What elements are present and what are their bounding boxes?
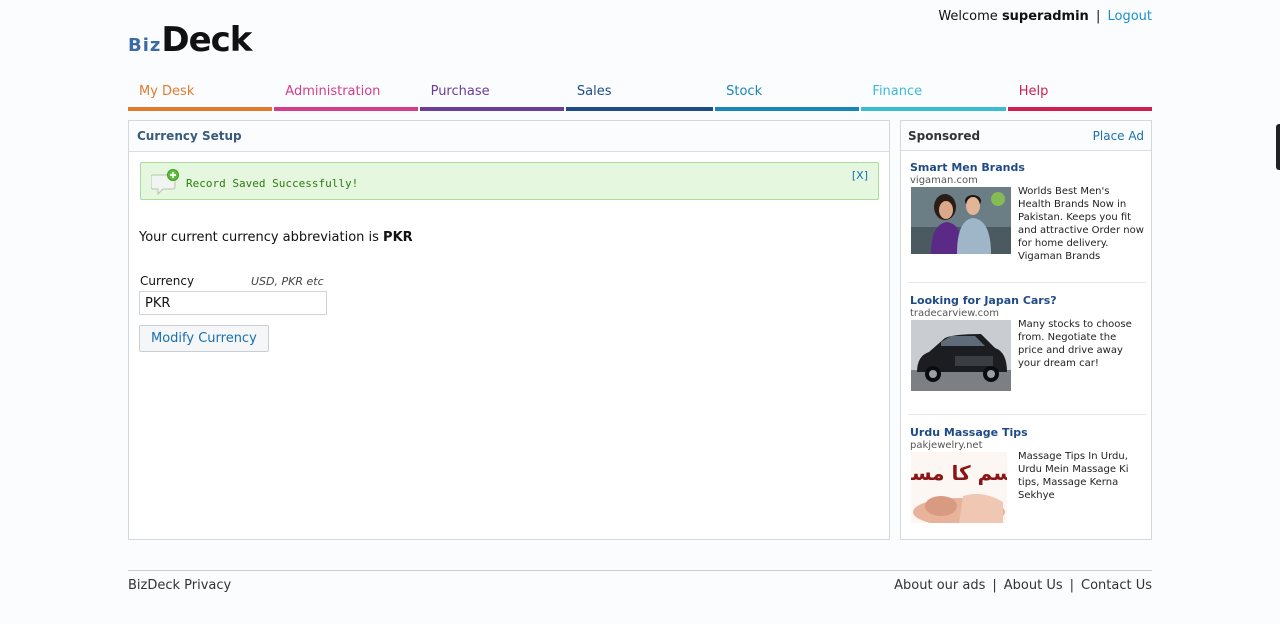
nav-item-administration[interactable]: Administration	[274, 82, 418, 111]
current-currency-text: Your current currency abbreviation is PK…	[139, 230, 413, 245]
user-bar-separator: |	[1095, 9, 1101, 24]
nav-label: Sales	[576, 84, 612, 99]
modify-currency-button[interactable]: Modify Currency	[139, 325, 269, 352]
bizdeck-logo[interactable]: BizDeck	[128, 20, 252, 60]
footer-privacy-link[interactable]: BizDeck Privacy	[128, 578, 231, 593]
abbr-value: PKR	[383, 230, 413, 245]
ad-divider	[908, 414, 1146, 415]
speech-bubble-add-icon	[150, 169, 179, 196]
ad-description: Worlds Best Men's Health Brands Now in P…	[1018, 186, 1144, 262]
ad-image-text: جسم کا مساج	[911, 461, 1007, 485]
currency-setup-panel: Currency Setup Record Saved Successfully…	[128, 120, 890, 540]
alert-message: Record Saved Successfully!	[186, 177, 359, 190]
nav-item-sales[interactable]: Sales	[565, 82, 714, 111]
footer-link-about-ads[interactable]: About our ads	[894, 578, 985, 593]
currency-label: Currency	[140, 274, 195, 288]
sponsored-title: Sponsored	[908, 129, 981, 143]
logout-link[interactable]: Logout	[1107, 9, 1152, 24]
place-ad-link[interactable]: Place Ad	[1093, 129, 1144, 143]
footer-links: About our ads | About Us | Contact Us	[894, 578, 1152, 593]
footer-separator: |	[992, 578, 997, 593]
user-bar: Welcome superadmin | Logout	[938, 9, 1152, 24]
nav-label: Administration	[285, 84, 381, 99]
footer-link-about-us[interactable]: About Us	[1004, 578, 1063, 593]
username: superadmin	[1001, 9, 1089, 24]
success-alert: Record Saved Successfully! [X]	[140, 162, 879, 200]
sponsored-header: Sponsored Place Ad	[901, 121, 1151, 151]
logo-deck: Deck	[161, 20, 252, 60]
ad-item[interactable]: Smart Men Brands vigaman.com Worlds Best…	[910, 161, 1146, 262]
nav-item-stock[interactable]: Stock	[715, 82, 860, 111]
panel-title: Currency Setup	[129, 121, 889, 152]
ad-description: Massage Tips In Urdu, Urdu Mein Massage …	[1018, 451, 1129, 501]
ad-item[interactable]: Urdu Massage Tips pakjewelry.net جسم کا …	[910, 426, 1146, 523]
nav-item-my-desk[interactable]: My Desk	[128, 82, 273, 111]
nav-item-help[interactable]: Help	[1007, 82, 1152, 111]
logo-biz: Biz	[128, 35, 162, 56]
ad-title[interactable]: Smart Men Brands	[910, 161, 1146, 174]
ad-image-couple[interactable]	[911, 187, 1011, 254]
ad-divider	[908, 282, 1146, 283]
sponsored-panel: Sponsored Place Ad Smart Men Brands viga…	[900, 120, 1152, 540]
ad-description: Many stocks to choose from. Negotiate th…	[1018, 319, 1132, 369]
page: Welcome superadmin | Logout BizDeck My D…	[128, 0, 1152, 624]
footer-separator: |	[1069, 578, 1074, 593]
currency-input[interactable]	[139, 291, 327, 315]
welcome-text: Welcome	[938, 9, 998, 24]
footer-link-contact-us[interactable]: Contact Us	[1081, 578, 1152, 593]
main-nav: My Desk Administration Purchase Sales St…	[128, 82, 1152, 112]
alert-close-button[interactable]: [X]	[852, 169, 868, 182]
ad-item[interactable]: Looking for Japan Cars? tradecarview.com…	[910, 294, 1146, 391]
abbr-label: Your current currency abbreviation is	[139, 230, 379, 245]
nav-item-finance[interactable]: Finance	[861, 82, 1006, 111]
ad-title[interactable]: Looking for Japan Cars?	[910, 294, 1146, 307]
nav-label: Help	[1018, 84, 1049, 99]
currency-hint: USD, PKR etc	[251, 275, 324, 288]
nav-label: Stock	[726, 84, 763, 99]
side-scroll-tab[interactable]	[1276, 124, 1280, 170]
ad-title[interactable]: Urdu Massage Tips	[910, 426, 1146, 439]
nav-label: Purchase	[430, 84, 490, 99]
nav-label: My Desk	[139, 84, 195, 99]
nav-label: Finance	[872, 84, 923, 99]
ad-image-car[interactable]	[911, 320, 1011, 391]
footer-divider	[128, 570, 1152, 571]
ad-image-massage[interactable]: جسم کا مساج	[911, 452, 1007, 523]
nav-item-purchase[interactable]: Purchase	[419, 82, 564, 111]
